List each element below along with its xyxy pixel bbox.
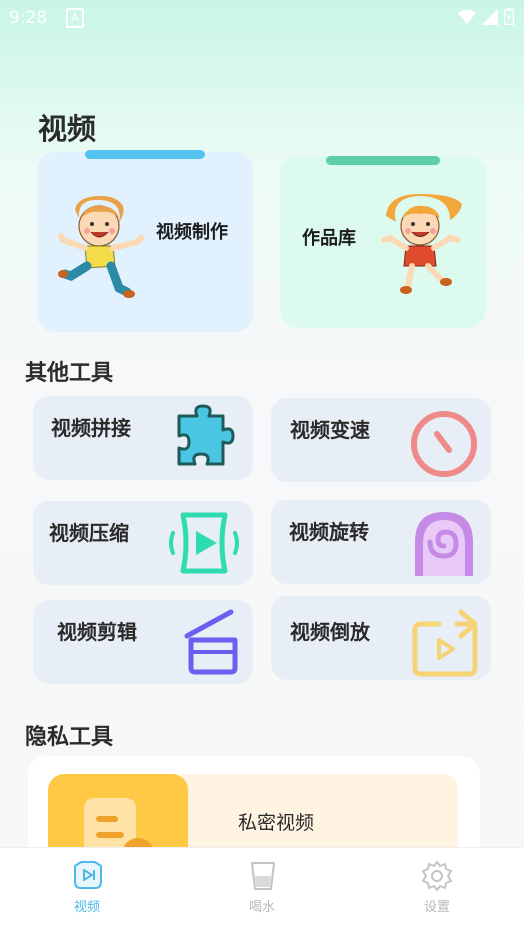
works-library-card[interactable]: 作品库 bbox=[280, 156, 486, 328]
tab-label: 喝水 bbox=[248, 900, 275, 915]
notification-icon: A bbox=[66, 8, 84, 28]
private-video-label: 私密视频 bbox=[238, 812, 315, 834]
tool-label: 视频倒放 bbox=[290, 620, 370, 644]
tool-label: 视频变速 bbox=[290, 418, 370, 442]
section-title-other-tools: 其他工具 bbox=[25, 361, 114, 386]
tab-label: 设置 bbox=[423, 900, 450, 915]
tool-video-rotate[interactable]: 视频旋转 bbox=[271, 500, 491, 584]
tool-label: 视频剪辑 bbox=[57, 620, 137, 644]
reverse-play-icon bbox=[412, 609, 478, 677]
tool-video-reverse[interactable]: 视频倒放 bbox=[271, 596, 491, 680]
tool-video-speed[interactable]: 视频变速 bbox=[271, 398, 491, 482]
girl-illustration bbox=[381, 194, 462, 294]
gear-icon bbox=[422, 861, 452, 891]
card-accent-bar bbox=[326, 156, 440, 165]
status-icons bbox=[458, 8, 514, 25]
card-accent-bar bbox=[85, 150, 205, 159]
status-time: 9:28 bbox=[9, 8, 48, 28]
tab-drink-water[interactable]: 喝水 bbox=[202, 848, 322, 932]
tool-video-compress[interactable]: 视频压缩 bbox=[33, 501, 253, 585]
section-title-privacy-tools: 隐私工具 bbox=[25, 725, 114, 750]
boy-illustration bbox=[58, 196, 144, 298]
speed-dial-icon bbox=[411, 411, 477, 477]
tool-label: 视频旋转 bbox=[289, 520, 369, 544]
video-make-label: 视频制作 bbox=[156, 222, 228, 243]
cup-icon bbox=[251, 862, 275, 890]
bottom-tab-bar: 视频 喝水 设置 bbox=[0, 847, 524, 932]
tab-label: 视频 bbox=[73, 900, 100, 915]
battery-icon bbox=[504, 8, 514, 25]
tool-video-edit[interactable]: 视频剪辑 bbox=[33, 600, 253, 684]
rotate-spiral-icon bbox=[415, 512, 473, 576]
puzzle-icon bbox=[177, 404, 235, 466]
tool-video-join[interactable]: 视频拼接 bbox=[33, 396, 253, 480]
video-tab-icon bbox=[74, 861, 102, 889]
compress-icon bbox=[169, 512, 239, 574]
signal-icon bbox=[482, 8, 498, 25]
clapperboard-icon bbox=[184, 609, 238, 675]
tab-settings[interactable]: 设置 bbox=[377, 848, 497, 932]
status-bar: 9:28 A bbox=[0, 0, 524, 34]
tool-label: 视频压缩 bbox=[49, 521, 129, 545]
page-title: 视频 bbox=[38, 112, 97, 146]
video-make-card[interactable]: 视频制作 bbox=[37, 150, 253, 332]
works-library-label: 作品库 bbox=[302, 228, 356, 249]
wifi-icon bbox=[458, 9, 476, 24]
tab-video[interactable]: 视频 bbox=[27, 848, 147, 932]
tool-label: 视频拼接 bbox=[51, 416, 131, 440]
